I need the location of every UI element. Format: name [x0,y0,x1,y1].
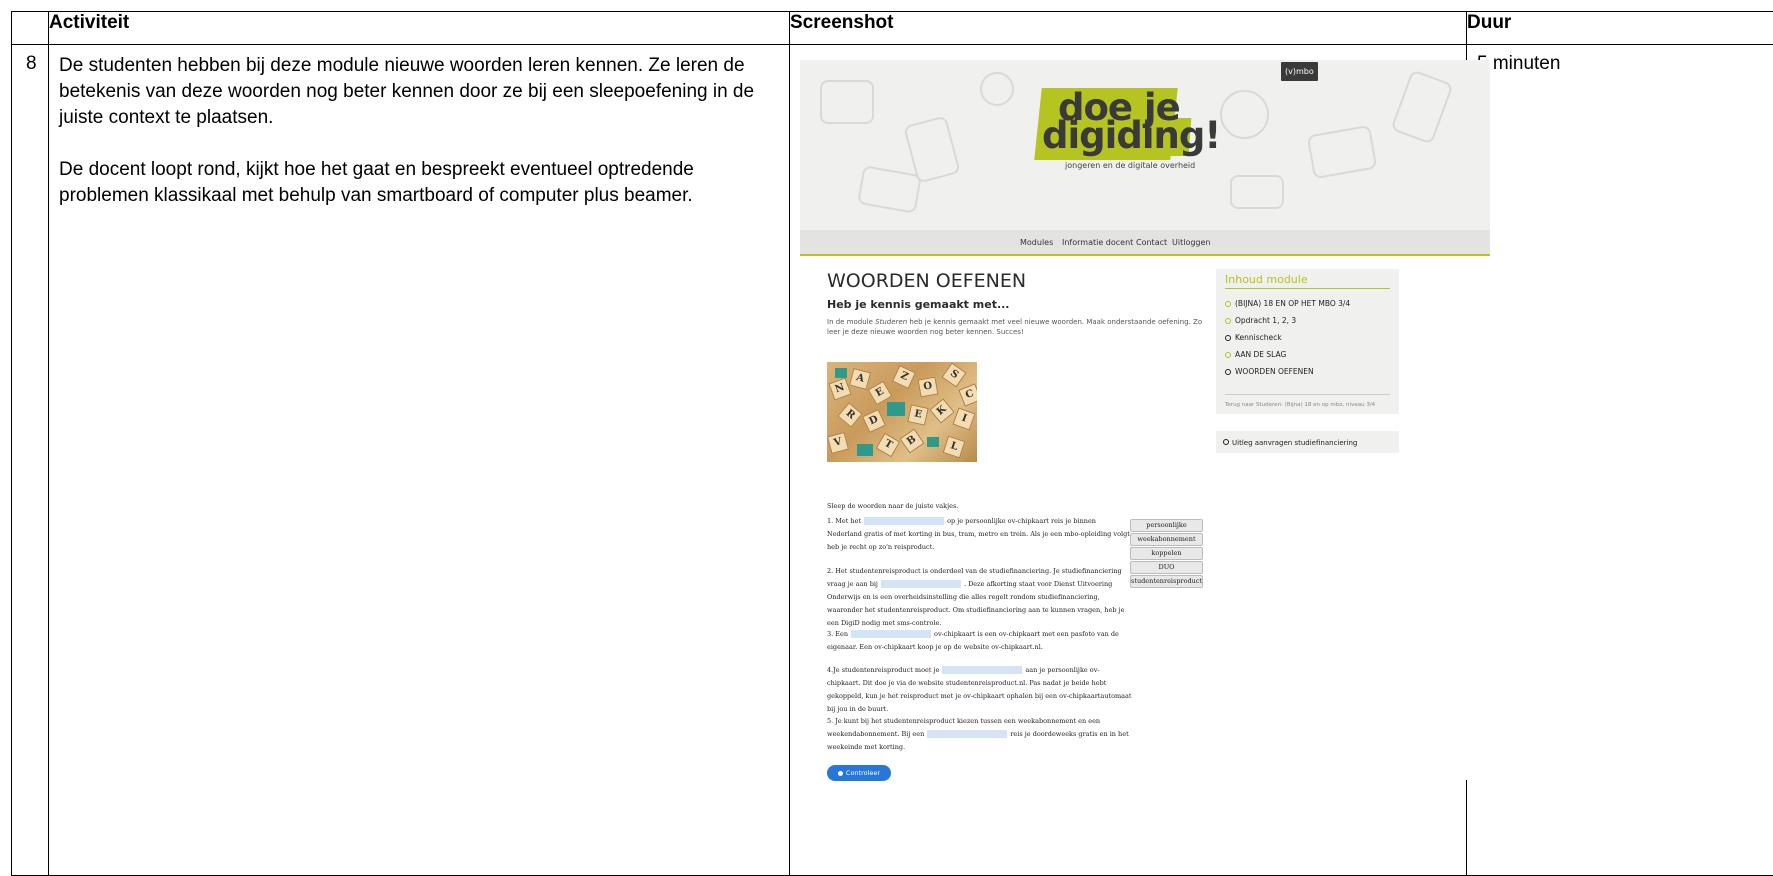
controleer-button[interactable]: Controleer [827,765,891,781]
exercise-instruction: Sleep de woorden naar de juiste vakjes. [827,500,1132,513]
row-number: 8 [12,45,49,876]
drag-word-koppelen[interactable]: koppelen [1130,547,1203,560]
table-header-row: Activiteit Screenshot Duur [12,12,1773,45]
drop-zone[interactable] [942,666,1022,674]
drag-word-duo[interactable]: DUO [1130,561,1203,574]
doodle-shape [980,72,1014,106]
nav-uitloggen[interactable]: Uitloggen [1172,238,1210,247]
scrabble-image: N A E Z O S R D E K I V T B L C [827,362,977,462]
sidebar-separator [1225,394,1390,395]
scrabble-tile: N [828,377,851,400]
embedded-screenshot: (v)mbo doe je digiding! jongeren en de d… [800,60,1490,780]
header-number-cell [12,12,49,45]
page-subtitle: Heb je kennis gemaakt met... [827,298,1009,311]
table-row: 8 De studenten hebben bij deze module ni… [12,45,1773,876]
sidebar-item-woorden-oefenen[interactable]: WOORDEN OEFENEN [1225,367,1314,376]
image-gap [927,437,939,447]
scrabble-tile: R [837,402,862,427]
doodle-shape [1307,125,1378,179]
studiefinanciering-box: Uitleg aanvragen studiefinanciering [1216,431,1399,453]
bullet-icon [1225,369,1231,375]
studiefinanciering-link[interactable]: Uitleg aanvragen studiefinanciering [1232,439,1357,447]
module-sidebar: Inhoud module (BIJNA) 18 EN OP HET MBO 3… [1216,269,1399,414]
scrabble-tile: Z [892,365,916,389]
nav-contact[interactable]: Contact [1136,238,1167,247]
bullet-icon [1225,301,1231,307]
module-name: Studeren [875,318,907,326]
sidebar-item-opdracht[interactable]: Opdracht 1, 2, 3 [1225,316,1296,325]
bullet-icon [1223,439,1229,445]
logo-line-2: digiding! [1042,116,1220,156]
site-nav: Modules Informatie docent Contact Uitlog… [800,230,1490,256]
doodle-shape [1390,69,1453,144]
drag-word-persoonlijke[interactable]: persoonlijke [1130,519,1203,532]
sidebar-back-link[interactable]: Terug naar Studeren: (Bijna) 18 en op mb… [1225,402,1375,408]
scrabble-tile: D [862,409,886,433]
nav-informatie-docent[interactable]: Informatie docent [1062,238,1133,247]
exercise-question-1: 1. Met hetop je persoonlijke ov-chipkaar… [827,515,1132,554]
drop-zone[interactable] [851,630,931,638]
sidebar-item-bijna-18[interactable]: (BIJNA) 18 EN OP HET MBO 3/4 [1225,299,1350,308]
page-title: WOORDEN OEFENEN [827,270,1026,292]
lesson-plan-table: Activiteit Screenshot Duur 8 De studente… [11,11,1773,876]
drop-zone[interactable] [881,580,961,588]
scrabble-tile: O [918,377,939,398]
drop-zone[interactable] [927,730,1007,738]
scrabble-tile: I [952,407,975,430]
check-icon [838,771,843,776]
exercise-question-3: 3. Eenov-chipkaart is een ov-chipkaart m… [827,628,1132,654]
scrabble-tile: C [958,383,977,406]
sidebar-item-aan-de-slag[interactable]: AAN DE SLAG [1225,350,1286,359]
scrabble-tile: E [907,404,928,425]
drag-word-studentenreisproduct[interactable]: studentenreisproduct [1130,575,1203,588]
drop-zone[interactable] [864,517,944,525]
doodle-shape [1220,90,1269,139]
scrabble-tile: S [941,362,966,387]
header-activity: Activiteit [49,12,790,45]
scrabble-tile: L [943,436,966,459]
doodle-shape [857,165,922,214]
scrabble-tile: V [827,432,849,454]
exercise-question-4: 4.Je studentenreisproduct moet jeaan je … [827,664,1132,716]
header-duration: Duur [1467,12,1773,45]
vmbo-badge[interactable]: (v)mbo [1281,62,1318,81]
sidebar-divider [1225,288,1390,289]
sidebar-title: Inhoud module [1225,273,1308,286]
bullet-icon [1225,352,1231,358]
activity-paragraph-1: De studenten hebben bij deze module nieu… [59,53,775,131]
scrabble-tile: K [929,398,954,423]
scrabble-tile: T [876,433,901,458]
image-gap [857,444,873,456]
drag-word-weekabonnement[interactable]: weekabonnement [1130,533,1203,546]
logo-subtitle: jongeren en de digitale overheid [1065,161,1195,170]
scrabble-tile: A [849,368,871,390]
bullet-icon [1225,335,1231,341]
header-screenshot: Screenshot [790,12,1467,45]
activity-paragraph-2: De docent loopt rond, kijkt hoe het gaat… [59,157,775,209]
activity-cell: De studenten hebben bij deze module nieu… [49,45,790,876]
bullet-icon [1225,318,1231,324]
doodle-shape [1230,175,1284,209]
scrabble-tile: B [899,428,924,453]
sidebar-item-kennischeck[interactable]: Kennischeck [1225,333,1282,342]
image-gap [887,402,905,416]
site-banner: (v)mbo doe je digiding! jongeren en de d… [800,60,1490,230]
screenshot-cell: (v)mbo doe je digiding! jongeren en de d… [790,45,1467,876]
nav-modules[interactable]: Modules [1020,238,1053,247]
doodle-shape [820,80,874,124]
intro-text: In de module Studeren heb je kennis gema… [827,317,1207,337]
exercise-question-2: 2. Het studentenreisproduct is onderdeel… [827,565,1132,630]
duration-cell: 5 minuten [1467,45,1773,876]
exercise-question-5: 5. Je kunt bij het studentenreisproduct … [827,715,1132,754]
